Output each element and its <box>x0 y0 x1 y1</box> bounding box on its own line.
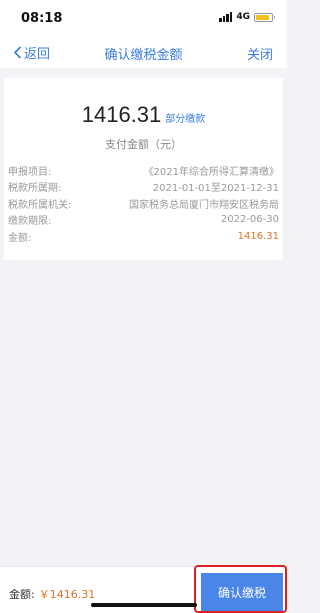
payment-amount: 1416.31 <box>81 102 162 127</box>
page-title: 确认缴税金额 <box>104 48 183 63</box>
status-bar: 08:18 4G <box>0 0 287 36</box>
detail-row: 税款所属机关: 国家税务总局厦门市翔安区税务局 <box>8 195 279 212</box>
detail-label: 税款所属期: <box>8 183 62 195</box>
details-list: 申报项目: 《2021年综合所得汇算清缴》 税款所属期: 2021-01-01至… <box>8 162 279 245</box>
home-indicator <box>91 603 197 607</box>
nav-bar: 返回 确认缴税金额 关闭 <box>0 36 287 68</box>
detail-label: 申报项目: <box>8 166 52 178</box>
battery-icon <box>254 12 275 22</box>
amount-row: 1416.31 部分缴款 <box>4 102 283 128</box>
detail-value: 1416.31 <box>237 230 279 242</box>
status-indicators: 4G <box>219 12 275 22</box>
detail-row: 缴款期限: 2022-06-30 <box>8 212 279 229</box>
detail-value: 2021-01-01至2021-12-31 <box>152 183 279 195</box>
payment-card: 1416.31 部分缴款 支付金额（元） 申报项目: 《2021年综合所得汇算清缴… <box>4 78 283 260</box>
detail-row: 税款所属期: 2021-01-01至2021-12-31 <box>8 179 279 196</box>
amount-caption: 支付金额（元） <box>105 138 182 151</box>
detail-label: 金额: <box>8 232 32 244</box>
detail-row: 申报项目: 《2021年综合所得汇算清缴》 <box>8 162 279 179</box>
detail-value: 国家税务总局厦门市翔安区税务局 <box>129 199 279 211</box>
bottom-amount-label: 金额: <box>9 588 35 601</box>
bottom-amount-value: ￥1416.31 <box>38 588 96 601</box>
status-time: 08:18 <box>21 11 63 26</box>
detail-value: 《2021年综合所得汇算清缴》 <box>143 166 279 178</box>
detail-row: 金额: 1416.31 <box>8 228 279 245</box>
partial-payment-link[interactable]: 部分缴款 <box>165 114 205 125</box>
detail-value: 2022-06-30 <box>220 214 279 226</box>
close-button[interactable]: 关闭 <box>247 44 273 63</box>
network-type: 4G <box>236 12 250 22</box>
detail-label: 缴款期限: <box>8 216 52 228</box>
confirm-payment-button[interactable]: 确认缴税 <box>201 573 283 613</box>
detail-label: 税款所属机关: <box>8 199 72 211</box>
bottom-amount: 金额: ￥1416.31 <box>9 586 95 602</box>
signal-icon <box>219 12 233 22</box>
